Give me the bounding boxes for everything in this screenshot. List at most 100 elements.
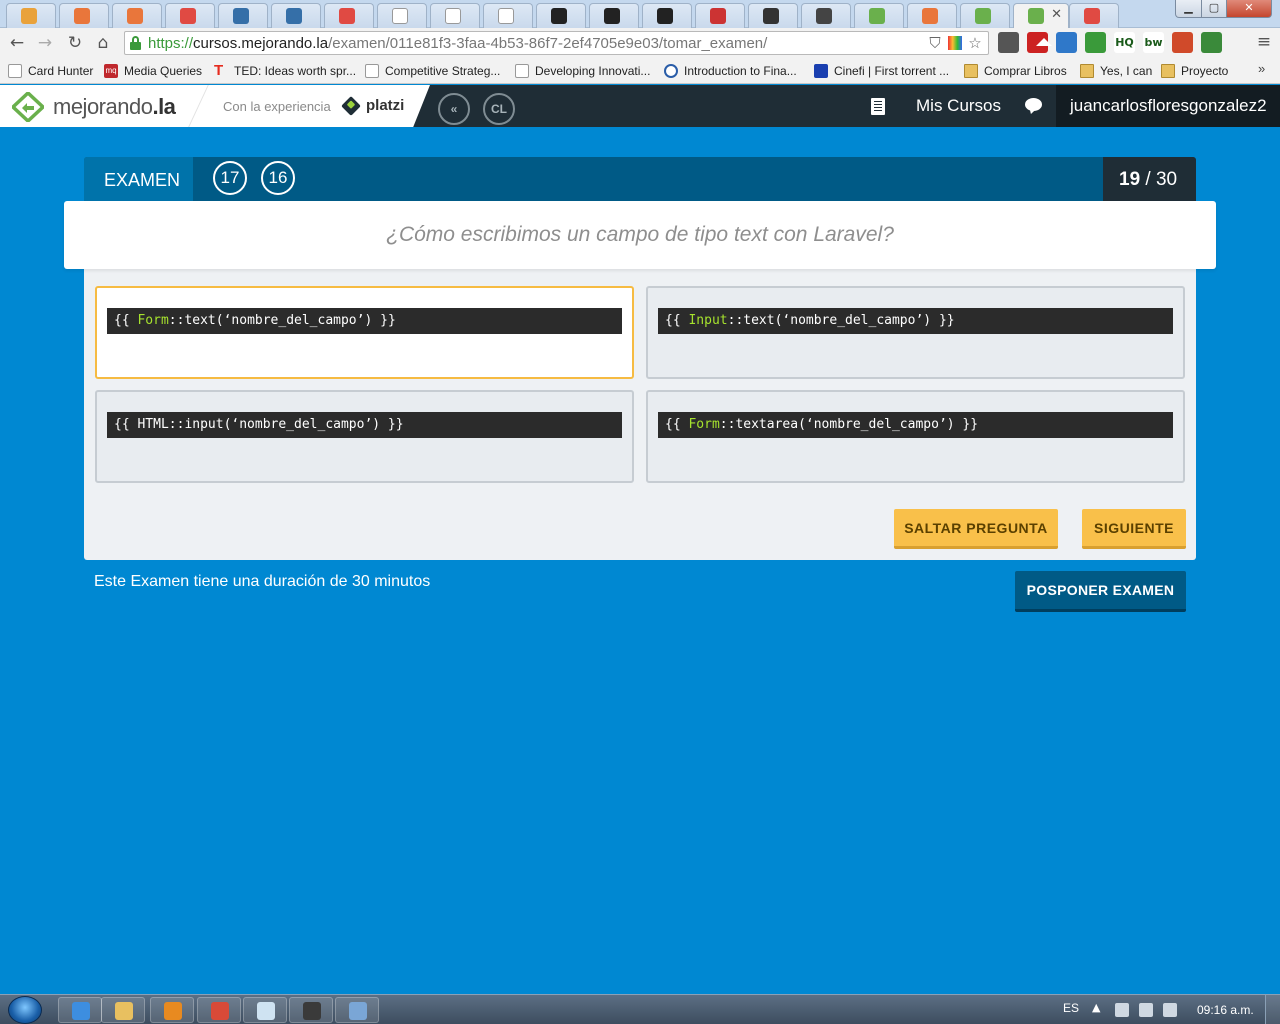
chat-bubble-icon[interactable] xyxy=(1025,98,1042,111)
document-icon[interactable] xyxy=(871,98,885,115)
site-logo[interactable]: mejorando.la xyxy=(0,85,190,127)
shield-icon[interactable]: ⛉ xyxy=(926,34,944,52)
taskbar-app-button[interactable] xyxy=(289,997,333,1023)
browser-tab[interactable] xyxy=(642,3,692,28)
forward-icon[interactable]: → xyxy=(34,32,56,54)
explorer-icon xyxy=(115,1002,133,1020)
progress-total: / 30 xyxy=(1140,169,1178,190)
cinefi-icon xyxy=(814,64,828,78)
bookmark-developing-innovation[interactable]: Developing Innovati... xyxy=(515,63,650,79)
bookmark-cinefi[interactable]: Cinefi | First torrent ... xyxy=(814,63,949,79)
answer-option-3[interactable]: {{ HTML::input(‘nombre_del_campo’) }} xyxy=(95,390,634,483)
browser-tab[interactable] xyxy=(907,3,957,28)
browser-tab[interactable] xyxy=(589,3,639,28)
bookmark-introduction-finance[interactable]: Introduction to Fina... xyxy=(664,63,797,79)
mejorando-icon xyxy=(975,8,991,24)
answer-option-4[interactable]: {{ Form::textarea(‘nombre_del_campo’) }} xyxy=(646,390,1185,483)
taskbar-app-button[interactable] xyxy=(335,997,379,1023)
browser-tab[interactable] xyxy=(6,3,56,28)
volume-muted-icon[interactable] xyxy=(1163,1003,1177,1017)
minimize-button[interactable]: ▁ xyxy=(1175,0,1202,18)
back-icon[interactable]: ← xyxy=(6,32,28,54)
window-close-button[interactable]: ✕ xyxy=(1226,0,1272,18)
network-icon[interactable] xyxy=(1139,1003,1153,1017)
color-grid-icon[interactable] xyxy=(1085,32,1106,53)
maximize-button[interactable]: ▢ xyxy=(1201,0,1227,18)
taskbar-app-button[interactable] xyxy=(197,997,241,1023)
answer-option-2[interactable]: {{ Input::text(‘nombre_del_campo’) }} xyxy=(646,286,1185,379)
answer-code: {{ HTML::input(‘nombre_del_campo’) }} xyxy=(107,412,622,438)
start-button-icon[interactable] xyxy=(8,996,42,1024)
coursera-icon xyxy=(664,64,678,78)
folder-icon xyxy=(1161,64,1175,78)
taskbar-app-button[interactable] xyxy=(58,997,102,1023)
browser-tab[interactable] xyxy=(854,3,904,28)
browser-tab-strip: ✕ xyxy=(0,0,1280,28)
action-center-flag-icon[interactable] xyxy=(1115,1003,1129,1017)
browser-tab[interactable] xyxy=(960,3,1010,28)
paint-icon xyxy=(349,1002,367,1020)
browser-tab[interactable] xyxy=(483,3,533,28)
browser-tab[interactable] xyxy=(59,3,109,28)
clock[interactable]: 09:16 a.m. xyxy=(1197,1003,1254,1017)
bookmark-competitive-strategy[interactable]: Competitive Strateg... xyxy=(365,63,500,79)
browser-tab[interactable] xyxy=(218,3,268,28)
bookmark-ted[interactable]: T TED: Ideas worth spr... xyxy=(214,63,356,79)
cl-logo-icon[interactable]: CL xyxy=(483,93,515,125)
eyedropper-icon[interactable] xyxy=(998,32,1019,53)
page-icon xyxy=(365,64,379,78)
page-icon xyxy=(8,64,22,78)
bookmark-media-queries[interactable]: mq Media Queries xyxy=(104,63,202,79)
progress-caret-icon xyxy=(1036,38,1052,46)
taskbar-app-button[interactable] xyxy=(150,997,194,1023)
bookmark-folder-comprar-libros[interactable]: Comprar Libros xyxy=(964,63,1067,79)
bookmark-card-hunter[interactable]: Card Hunter xyxy=(8,63,93,79)
browser-tab[interactable] xyxy=(165,3,215,28)
browser-tab[interactable] xyxy=(430,3,480,28)
spreadsheet-icon[interactable] xyxy=(1201,32,1222,53)
course-logo-icon[interactable]: « xyxy=(438,93,470,125)
logo-text: mejorando.la xyxy=(53,94,176,119)
reload-icon[interactable]: ↻ xyxy=(64,32,86,54)
color-palette-icon[interactable] xyxy=(948,36,962,50)
browser-tab[interactable] xyxy=(112,3,162,28)
taskbar-app-button[interactable] xyxy=(101,997,145,1023)
bookmark-star-icon[interactable]: ☆ xyxy=(966,34,984,52)
username: juancarlosfloresgonzalez2 xyxy=(1070,96,1267,115)
cl-icon xyxy=(286,8,302,24)
tab-close-icon[interactable]: ✕ xyxy=(1051,7,1062,22)
github-icon xyxy=(657,8,673,24)
browser-tab[interactable]: ✕ xyxy=(1013,3,1069,28)
bookmark-folder-proyecto[interactable]: Proyecto xyxy=(1161,63,1228,79)
tray-expand-icon[interactable]: ▲ xyxy=(1092,1001,1100,1014)
more-bookmarks-chevron-icon[interactable]: » xyxy=(1258,61,1265,76)
taskbar-app-button[interactable] xyxy=(243,997,287,1023)
mis-cursos-link[interactable]: Mis Cursos xyxy=(916,96,1001,116)
browser-tab[interactable] xyxy=(324,3,374,28)
browser-tab[interactable] xyxy=(748,3,798,28)
language-indicator[interactable]: ES xyxy=(1063,1001,1079,1015)
cloud-hq-icon[interactable]: HQ xyxy=(1114,32,1135,53)
browser-tab[interactable] xyxy=(801,3,851,28)
browser-tab[interactable] xyxy=(695,3,745,28)
calendar-icon[interactable] xyxy=(1056,32,1077,53)
menu-icon[interactable]: ≡ xyxy=(1254,32,1274,54)
user-menu[interactable]: juancarlosfloresgonzalez2 xyxy=(1056,85,1280,127)
bookmark-folder-yes-i-can[interactable]: Yes, I can xyxy=(1080,63,1152,79)
postpone-exam-button[interactable]: POSPONER EXAMEN xyxy=(1015,571,1186,612)
answer-option-1[interactable]: {{ Form::text(‘nombre_del_campo’) }} xyxy=(95,286,634,379)
browser-tab[interactable] xyxy=(1069,3,1119,28)
address-bar[interactable]: https://cursos.mejorando.la/examen/011e8… xyxy=(124,31,989,55)
show-desktop-button[interactable] xyxy=(1265,995,1280,1024)
folder-icon xyxy=(964,64,978,78)
browser-tab[interactable] xyxy=(377,3,427,28)
bw-icon[interactable]: bw xyxy=(1143,32,1164,53)
skip-question-button[interactable]: SALTAR PREGUNTA xyxy=(894,509,1058,549)
home-icon[interactable]: ⌂ xyxy=(92,32,114,54)
notepad-icon xyxy=(257,1002,275,1020)
next-button[interactable]: SIGUIENTE xyxy=(1082,509,1186,549)
github-icon xyxy=(604,8,620,24)
browser-tab[interactable] xyxy=(536,3,586,28)
office-icon[interactable] xyxy=(1172,32,1193,53)
browser-tab[interactable] xyxy=(271,3,321,28)
